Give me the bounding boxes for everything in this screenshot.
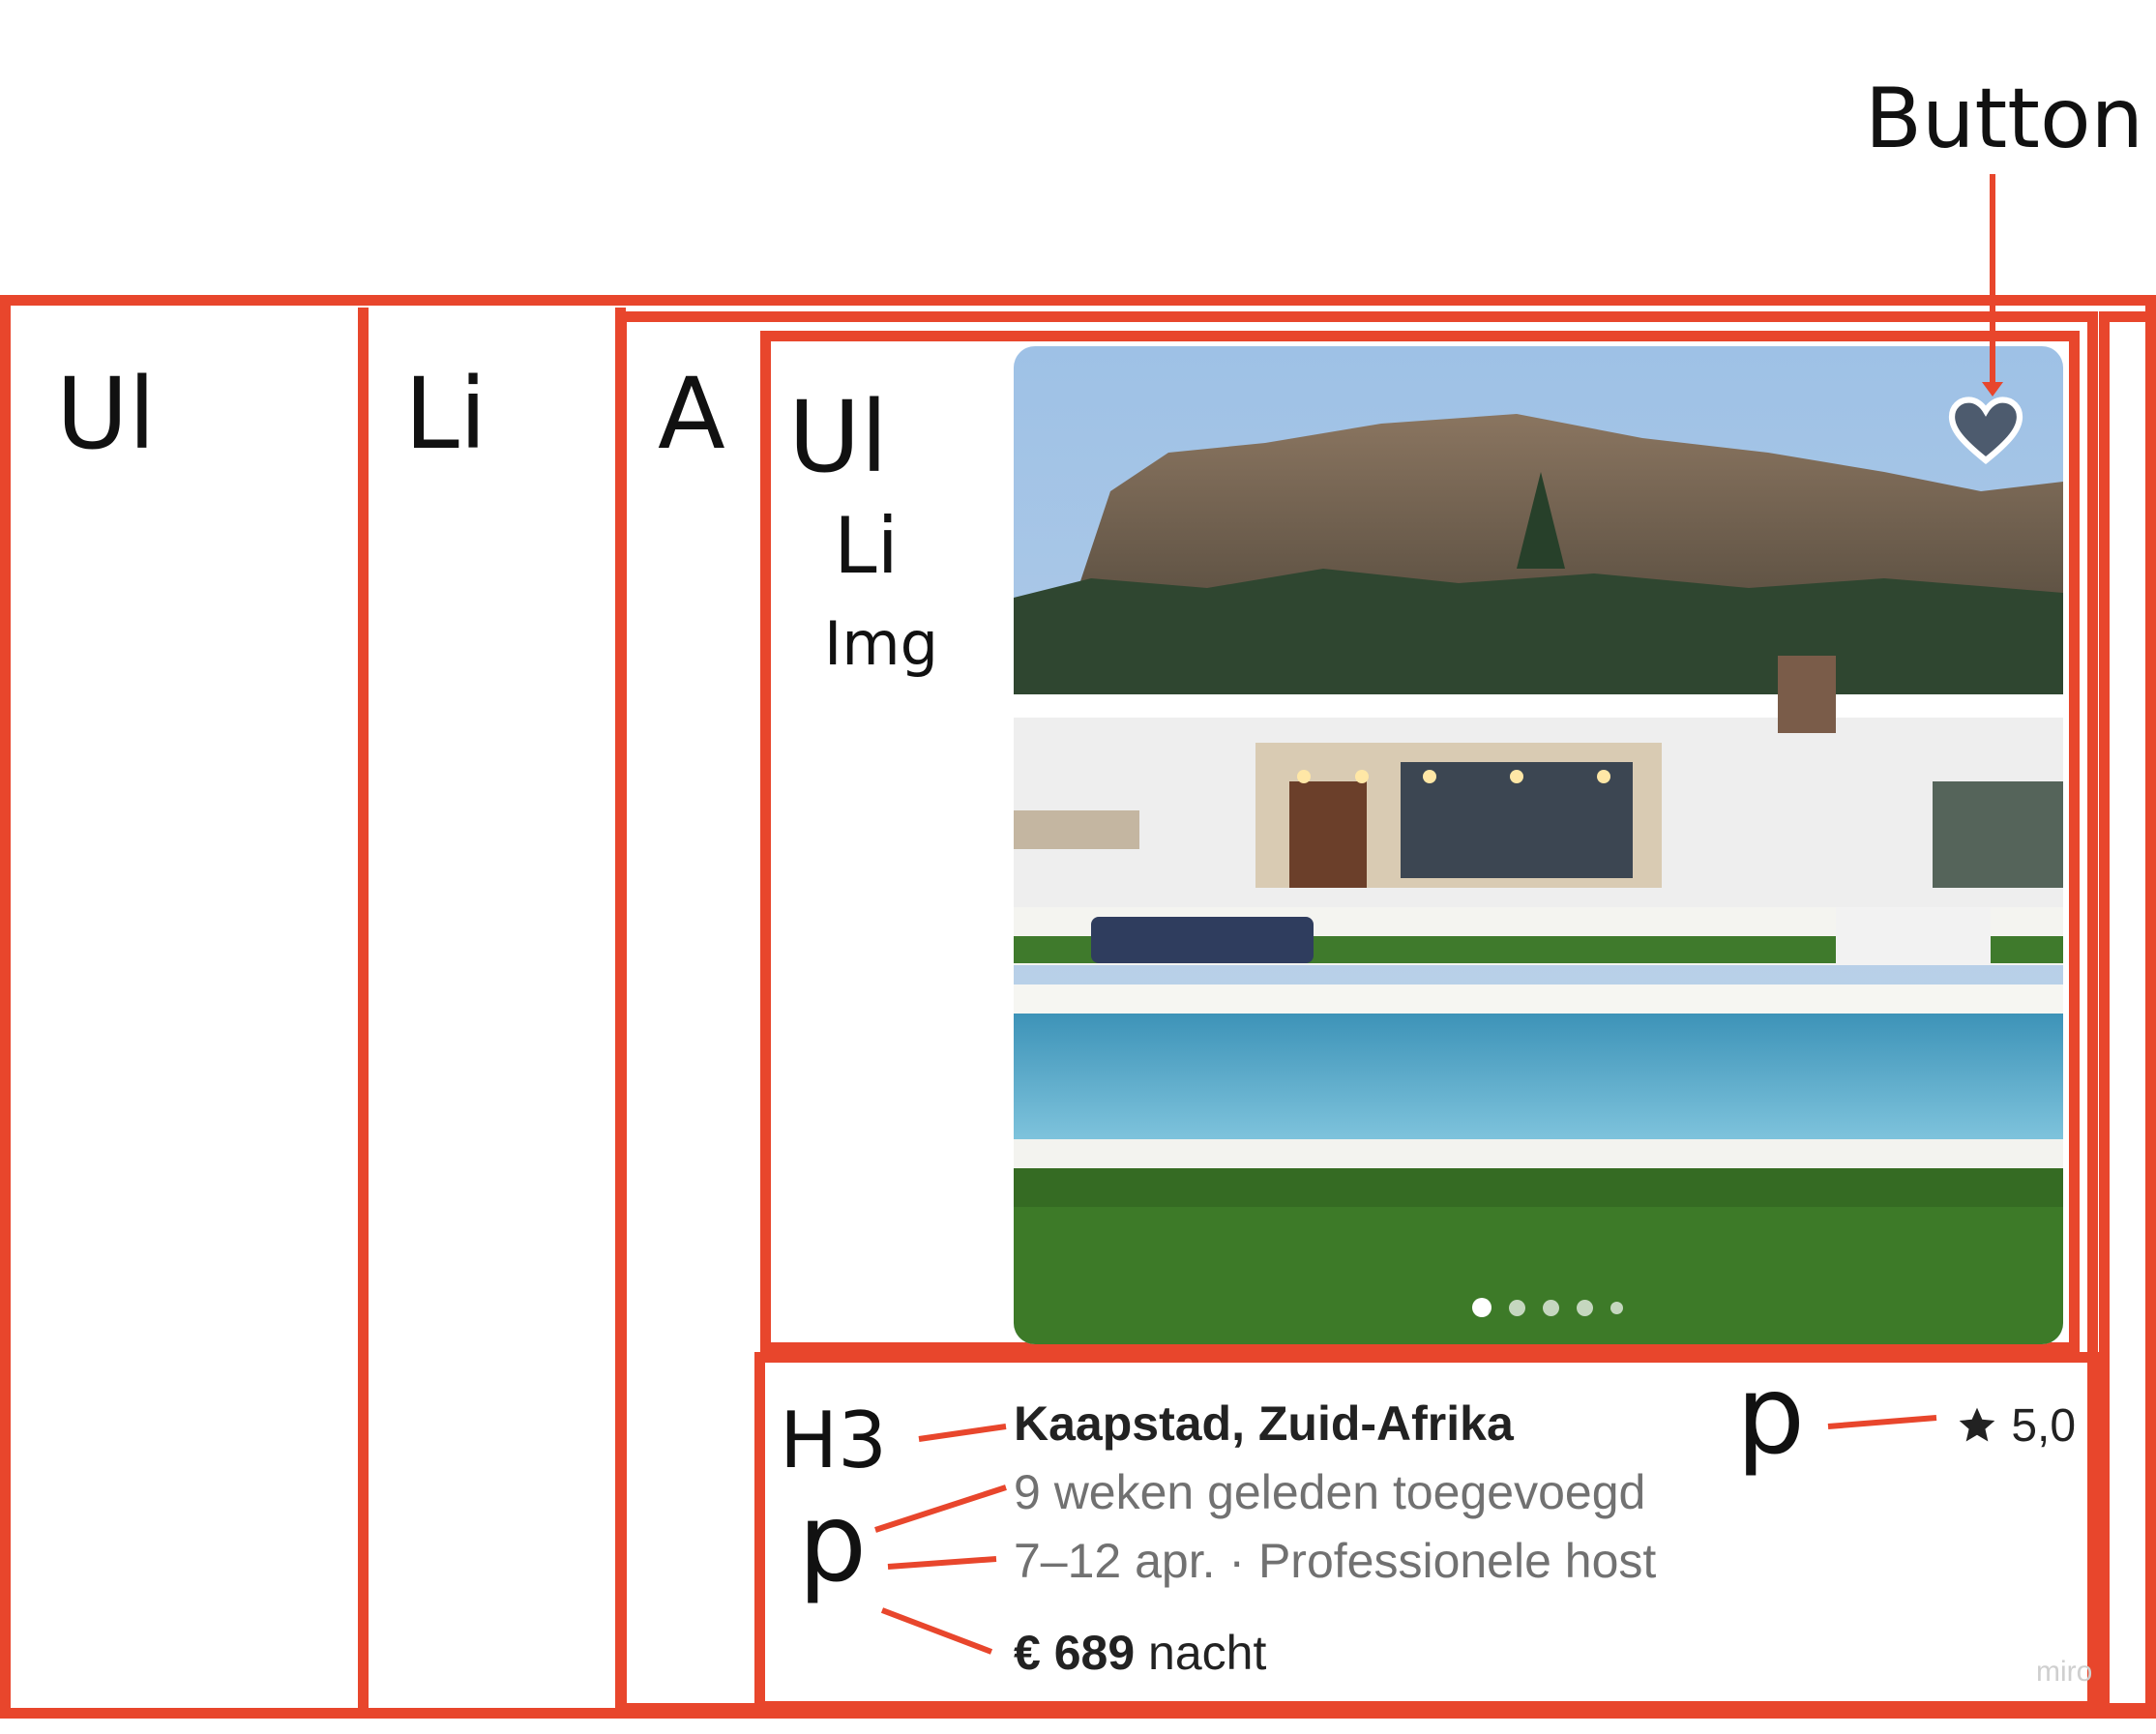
- listing-price: € 689 nacht: [1014, 1625, 1266, 1681]
- watermark: miro: [2036, 1656, 2093, 1688]
- heart-icon: [1948, 397, 2023, 465]
- listing-photo[interactable]: [1014, 346, 2063, 1344]
- listing-title: Kaapstad, Zuid-Afrika: [1014, 1396, 1514, 1451]
- right-sibling-box: [2099, 311, 2156, 1714]
- label-inner-li: Li: [834, 501, 899, 591]
- label-outer-li: Li: [404, 357, 487, 472]
- label-inner-ul: Ul: [788, 380, 888, 495]
- carousel-dot[interactable]: [1610, 1301, 1623, 1314]
- carousel-dot[interactable]: [1509, 1299, 1525, 1316]
- listing-rating: 5,0: [1956, 1399, 2076, 1453]
- rating-value: 5,0: [2011, 1400, 2077, 1452]
- price-amount: € 689: [1014, 1626, 1136, 1680]
- favorite-button[interactable]: [1947, 393, 2024, 470]
- outer-li-box: [358, 308, 369, 1719]
- price-unit: nacht: [1148, 1626, 1267, 1680]
- label-outer-ul: Ul: [56, 357, 156, 472]
- carousel-dots: [1472, 1298, 1623, 1317]
- carousel-dot[interactable]: [1543, 1299, 1559, 1316]
- label-button: Button: [1865, 71, 2144, 167]
- listing-dates-host: 7–12 apr. · Professionele host: [1014, 1534, 1657, 1588]
- label-anchor: A: [658, 357, 725, 472]
- label-p-right: p: [1736, 1353, 1806, 1479]
- carousel-dot[interactable]: [1472, 1298, 1491, 1317]
- star-icon: [1959, 1407, 1995, 1442]
- villa-photo-image: [1014, 346, 2063, 1344]
- label-h3: H3: [780, 1396, 888, 1485]
- label-img: Img: [824, 608, 939, 679]
- carousel-dot[interactable]: [1577, 1299, 1593, 1316]
- label-p-left: p: [798, 1481, 868, 1606]
- listing-added: 9 weken geleden toegevoegd: [1014, 1465, 1646, 1519]
